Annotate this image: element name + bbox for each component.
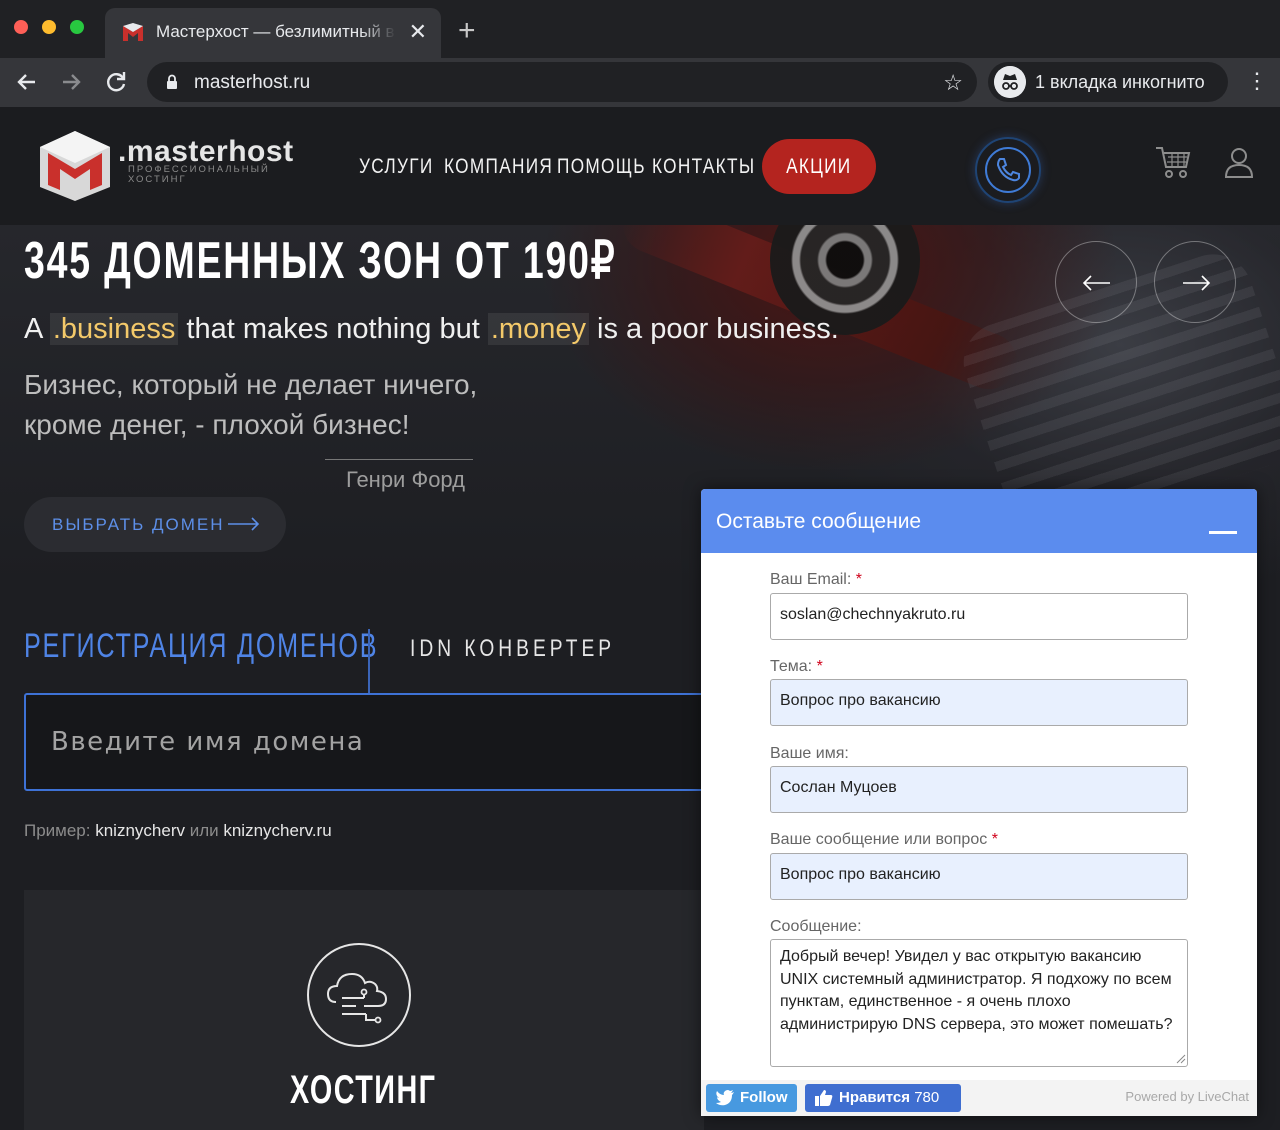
- hosting-card-title: ХОСТИНГ: [290, 1068, 437, 1112]
- slider-next-button[interactable]: [1154, 241, 1236, 323]
- cart-icon[interactable]: [1154, 143, 1192, 181]
- follow-label: Follow: [740, 1089, 788, 1106]
- domain-search-input[interactable]: [51, 719, 691, 765]
- cloud-hosting-icon: [307, 943, 411, 1047]
- arrow-right-icon: [228, 517, 260, 531]
- email-label-text: Ваш Email:: [770, 571, 852, 588]
- example-domain-1[interactable]: kniznycherv: [95, 821, 185, 840]
- nav-company[interactable]: КОМПАНИЯ: [444, 155, 553, 179]
- resize-handle-icon[interactable]: [1174, 1052, 1186, 1064]
- logo-tagline: профессиональный хостинг: [128, 164, 270, 185]
- zoom-window-button[interactable]: [70, 20, 84, 34]
- lock-icon: [167, 74, 177, 89]
- quote-part-2: that makes nothing but: [178, 313, 488, 345]
- facebook-like-button[interactable]: Нравится 780: [805, 1084, 961, 1112]
- chat-footer: Follow Нравится 780 Powered by LiveChat: [701, 1080, 1257, 1116]
- hero-quote-russian: Бизнес, который не делает ничего, кроме …: [24, 369, 478, 440]
- back-arrow-icon[interactable]: [11, 66, 43, 98]
- example-domain-2[interactable]: kniznycherv.ru: [223, 821, 331, 840]
- quote-author: Генри Форд: [346, 467, 465, 492]
- nav-services[interactable]: УСЛУГИ: [359, 155, 434, 179]
- thumbs-up-icon: [815, 1090, 833, 1106]
- close-window-button[interactable]: [14, 20, 28, 34]
- chat-header[interactable]: Оставьте сообщение: [701, 489, 1257, 553]
- masterhost-favicon-icon: [123, 23, 143, 41]
- site-header: .masterhost профессиональный хостинг УСЛ…: [0, 107, 1280, 225]
- like-label: Нравится: [839, 1089, 911, 1106]
- phone-icon: [996, 158, 1020, 182]
- powered-by-livechat[interactable]: Powered by LiveChat: [1125, 1089, 1249, 1104]
- tab-divider: [368, 629, 370, 693]
- subject-field[interactable]: Вопрос про вакансию: [770, 679, 1188, 726]
- livechat-widget: Оставьте сообщение Ваш Email: * soslan@c…: [701, 489, 1257, 1116]
- hosting-card[interactable]: ХОСТИНГ: [24, 890, 704, 1130]
- quote-part-1: A: [24, 313, 50, 345]
- chat-title: Оставьте сообщение: [716, 510, 922, 533]
- forward-arrow-icon[interactable]: [55, 66, 87, 98]
- required-mark: *: [816, 658, 823, 675]
- domain-example: Пример: kniznycherv или kniznycherv.ru: [24, 821, 332, 841]
- address-bar[interactable]: masterhost.ru ☆: [147, 62, 977, 102]
- browser-tab[interactable]: Мастерхост — безлимитный виртуальный хос…: [105, 8, 441, 58]
- user-account-icon[interactable]: [1222, 145, 1256, 179]
- tab-domain-registration[interactable]: РЕГИСТРАЦИЯ ДОМЕНОВ: [24, 627, 378, 666]
- question-field[interactable]: Вопрос про вакансию: [770, 853, 1188, 900]
- quote-highlight-business: .business: [49, 313, 179, 345]
- url-text: masterhost.ru: [194, 72, 311, 93]
- message-label: Сообщение:: [770, 918, 862, 935]
- quote-divider: [325, 459, 473, 460]
- browser-menu-icon[interactable]: ⋮: [1246, 68, 1268, 94]
- like-count: 780: [914, 1089, 940, 1106]
- browser-tab-strip: Мастерхост — безлимитный виртуальный хос…: [0, 0, 1280, 58]
- slider-prev-button[interactable]: [1055, 241, 1137, 323]
- incognito-label: 1 вкладка инкогнито: [1035, 72, 1205, 92]
- email-field[interactable]: soslan@chechnyakruto.ru: [770, 593, 1188, 640]
- minimize-chat-icon[interactable]: [1209, 531, 1237, 534]
- browser-toolbar: masterhost.ru ☆ 1 вкладка инкогнито ⋮: [0, 58, 1280, 107]
- choose-domain-label: ВЫБРАТЬ ДОМЕН: [52, 515, 225, 534]
- bookmark-star-icon[interactable]: ☆: [943, 70, 963, 96]
- arrow-right-icon: [1183, 275, 1211, 291]
- tab-title: Мастерхост — безлимитный виртуальный хос…: [156, 22, 396, 41]
- reload-icon[interactable]: [100, 66, 132, 98]
- nav-help[interactable]: ПОМОЩЬ: [557, 155, 646, 179]
- new-tab-button[interactable]: +: [458, 14, 476, 48]
- minimize-window-button[interactable]: [42, 20, 56, 34]
- incognito-icon: [994, 66, 1026, 98]
- hero-title: 345 ДОМЕННЫХ ЗОН ОТ 190₽: [24, 232, 617, 290]
- message-textarea[interactable]: Добрый вечер! Увидел у вас открытую вака…: [770, 939, 1188, 1067]
- required-mark: *: [991, 831, 998, 848]
- choose-domain-button[interactable]: ВЫБРАТЬ ДОМЕН: [24, 497, 286, 552]
- promo-label: АКЦИИ: [786, 155, 852, 178]
- subject-label: Тема: *: [770, 658, 823, 676]
- incognito-indicator[interactable]: 1 вкладка инкогнито: [988, 62, 1228, 102]
- email-label: Ваш Email: *: [770, 571, 862, 589]
- tab-idn-converter[interactable]: IDN КОНВЕРТЕР: [410, 635, 615, 663]
- twitter-follow-button[interactable]: Follow: [706, 1084, 797, 1112]
- example-or: или: [184, 821, 224, 840]
- tab-close-icon[interactable]: ✕: [409, 19, 427, 45]
- quote-part-3: is a poor business.: [588, 313, 839, 345]
- example-prefix: Пример:: [24, 821, 96, 840]
- phone-button[interactable]: [975, 137, 1041, 203]
- promo-button[interactable]: АКЦИИ: [762, 139, 876, 194]
- quote-highlight-money: .money: [487, 313, 589, 345]
- hero-quote-english: A .business that makes nothing but .mone…: [24, 313, 839, 346]
- masterhost-logo-icon[interactable]: [38, 129, 112, 201]
- subject-label-text: Тема:: [770, 658, 813, 675]
- arrow-left-icon: [1082, 275, 1110, 291]
- name-label: Ваше имя:: [770, 745, 849, 762]
- name-field[interactable]: Сослан Муцоев: [770, 766, 1188, 813]
- required-mark: *: [855, 571, 862, 588]
- twitter-bird-icon: [716, 1090, 734, 1106]
- question-label: Ваше сообщение или вопрос *: [770, 831, 998, 849]
- nav-contacts[interactable]: КОНТАКТЫ: [652, 155, 755, 179]
- question-label-text: Ваше сообщение или вопрос: [770, 831, 988, 848]
- phone-ring: [985, 147, 1031, 193]
